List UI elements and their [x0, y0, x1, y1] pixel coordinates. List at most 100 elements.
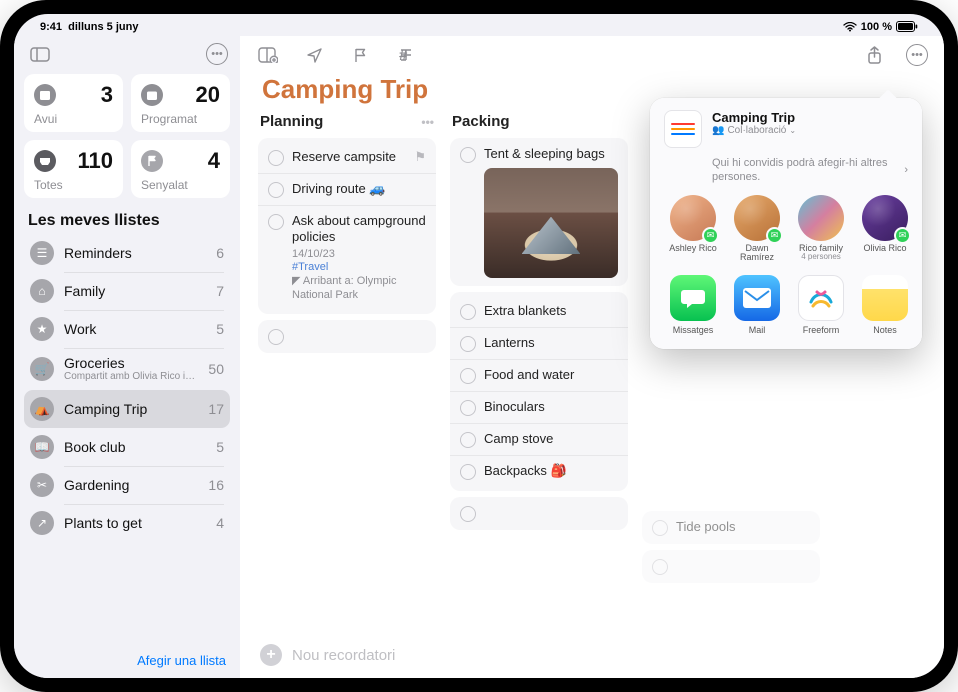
battery-pct: 100 %: [861, 21, 892, 33]
location-icon: ◤: [292, 275, 303, 287]
list-groceries[interactable]: 🛒 GroceriesCompartit amb Olivia Rico i… …: [24, 348, 230, 390]
add-list-button[interactable]: Afegir una llista: [14, 643, 240, 678]
reminder-item[interactable]: Tide pools: [642, 511, 820, 544]
people-icon: 👥: [712, 125, 724, 136]
share-app-notes[interactable]: Notes: [856, 275, 914, 335]
reminder-item[interactable]: Binoculars: [450, 391, 628, 423]
flag-button[interactable]: [348, 43, 372, 67]
column-title[interactable]: Planning: [260, 113, 323, 130]
share-title: Camping Trip: [712, 110, 796, 125]
messages-badge-icon: ✉: [766, 227, 783, 244]
list-reminders[interactable]: ☰ Reminders 6: [24, 234, 230, 272]
reminder-item-empty[interactable]: [642, 550, 820, 583]
list-family[interactable]: ⌂ Family 7: [24, 272, 230, 310]
share-sheet: Camping Trip 👥Col·laboració⌄ Qui hi conv…: [650, 98, 922, 349]
location-button[interactable]: [302, 43, 326, 67]
list-name: Plants to get: [64, 515, 206, 531]
checkbox-icon[interactable]: [460, 336, 476, 352]
status-date: dilluns 5 juny: [68, 21, 138, 33]
share-contact[interactable]: ✉ Dawn Ramírez: [728, 195, 786, 264]
reminder-item[interactable]: Camp stove: [450, 423, 628, 455]
share-note[interactable]: Qui hi convidis podrà afegir-hi altres p…: [650, 156, 922, 195]
avatar: [798, 195, 844, 241]
main-content: # ••• Camping Trip Planning ••• Reserve c…: [240, 36, 944, 678]
list-count: 4: [216, 515, 224, 531]
share-app-cc aml[interactable]: Cc aml: [920, 275, 922, 335]
list-book-club[interactable]: 📖 Book club 5: [24, 428, 230, 466]
reminder-item[interactable]: Driving route 🚙: [258, 173, 436, 205]
avatar: ✉: [862, 195, 908, 241]
share-app-missatges[interactable]: Missatges: [664, 275, 722, 335]
share-contact[interactable]: ✉ Ashley Rico: [664, 195, 722, 264]
checkbox-icon[interactable]: [268, 329, 284, 345]
checkbox-icon[interactable]: [268, 150, 284, 166]
wifi-icon: [843, 22, 857, 32]
smart-all[interactable]: 110 Totes: [24, 140, 123, 198]
list-count: 5: [216, 321, 224, 337]
list-icon: ✂: [30, 473, 54, 497]
list-name: Reminders: [64, 245, 206, 261]
smart-scheduled[interactable]: 20 Programat: [131, 74, 230, 132]
checkbox-icon[interactable]: [460, 506, 476, 522]
reminder-item[interactable]: Food and water: [450, 359, 628, 391]
list-icon: 🛒: [30, 357, 54, 381]
list-name: Work: [64, 321, 206, 337]
sidebar-toggle-button[interactable]: [26, 40, 54, 68]
list-name: Camping Trip: [64, 401, 198, 417]
tag-button[interactable]: #: [394, 43, 418, 67]
checkbox-icon[interactable]: [460, 432, 476, 448]
reminder-item-empty[interactable]: [450, 497, 628, 530]
reminder-item[interactable]: Ask about campground policies 14/10/23#T…: [258, 205, 436, 310]
share-people-row: ✉ Ashley Rico✉ Dawn Ramírez Rico family4…: [650, 195, 922, 276]
list-count: 7: [216, 283, 224, 299]
messages-badge-icon: ✉: [702, 227, 719, 244]
list-work[interactable]: ★ Work 5: [24, 310, 230, 348]
list-count: 6: [216, 245, 224, 261]
new-reminder-button[interactable]: + Nou recordatori: [240, 632, 944, 678]
list-name: GroceriesCompartit amb Olivia Rico i…: [64, 355, 198, 383]
checkbox-icon[interactable]: [460, 304, 476, 320]
attachment-image[interactable]: [484, 168, 618, 278]
messages-badge-icon: ✉: [894, 227, 911, 244]
reminder-item[interactable]: Lanterns: [450, 327, 628, 359]
status-bar: 9:41 dilluns 5 juny 100 %: [14, 14, 944, 36]
checkbox-icon[interactable]: [460, 368, 476, 384]
column-extra: Tide pools: [642, 511, 820, 632]
column-title[interactable]: Packing: [452, 113, 510, 130]
new-column-button[interactable]: [256, 43, 280, 67]
list-camping-trip[interactable]: ⛺ Camping Trip 17: [24, 390, 230, 428]
list-gardening[interactable]: ✂ Gardening 16: [24, 466, 230, 504]
list-count: 50: [208, 361, 224, 377]
share-button[interactable]: [862, 43, 886, 67]
list-options-button[interactable]: •••: [906, 44, 928, 66]
share-mode-button[interactable]: 👥Col·laboració⌄: [712, 125, 796, 136]
checkbox-icon[interactable]: [460, 147, 476, 163]
checkbox-icon[interactable]: [652, 559, 668, 575]
checkbox-icon[interactable]: [652, 520, 668, 536]
checkbox-icon[interactable]: [268, 182, 284, 198]
share-contact[interactable]: Rico family4 persones: [792, 195, 850, 264]
share-contact[interactable]: ✉ Olivia Rico: [856, 195, 914, 264]
list-icon: 📖: [30, 435, 54, 459]
reminders-app-icon: [664, 110, 702, 148]
checkbox-icon[interactable]: [268, 214, 284, 230]
column-more-icon[interactable]: •••: [421, 115, 434, 129]
list-icon: ★: [30, 317, 54, 341]
smart-flagged[interactable]: 4 Senyalat: [131, 140, 230, 198]
reminder-item[interactable]: Extra blankets: [450, 296, 628, 327]
checkbox-icon[interactable]: [460, 464, 476, 480]
share-app-freeform[interactable]: Freeform: [792, 275, 850, 335]
smart-today[interactable]: 3 Avui: [24, 74, 123, 132]
more-button[interactable]: •••: [206, 43, 228, 65]
share-app-mail[interactable]: Mail: [728, 275, 786, 335]
checkbox-icon[interactable]: [460, 400, 476, 416]
main-toolbar: # •••: [240, 36, 944, 70]
reminder-item-empty[interactable]: [258, 320, 436, 353]
status-time: 9:41: [40, 21, 62, 33]
lists-container: ☰ Reminders 6⌂ Family 7★ Work 5🛒 Groceri…: [14, 234, 240, 643]
reminder-item[interactable]: Tent & sleeping bags: [450, 138, 628, 286]
app-icon: [734, 275, 780, 321]
reminder-item[interactable]: Reserve campsite⚑: [258, 142, 436, 173]
reminder-item[interactable]: Backpacks 🎒: [450, 455, 628, 487]
list-plants-to-get[interactable]: ↗ Plants to get 4: [24, 504, 230, 542]
